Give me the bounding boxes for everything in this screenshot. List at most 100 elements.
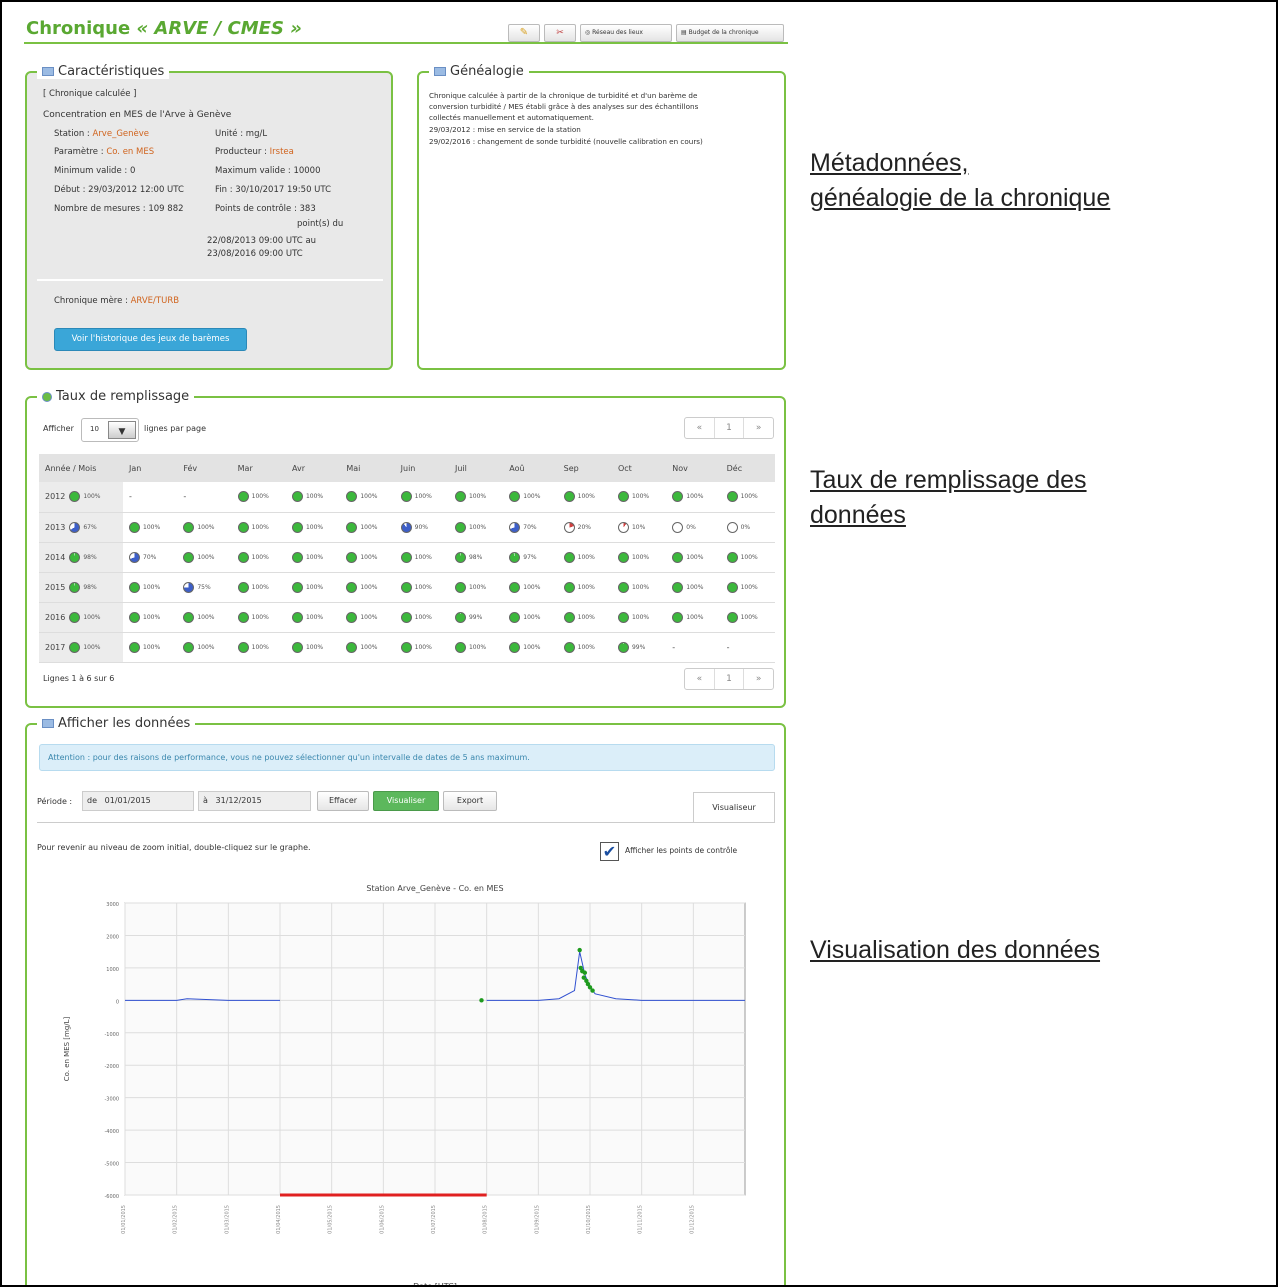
column-header-month[interactable]: Mai — [340, 454, 395, 482]
fill-percent: 100% — [360, 643, 378, 651]
month-cell: 100% — [611, 602, 667, 633]
column-header-month[interactable]: Oct — [611, 454, 667, 482]
tab-viewer[interactable]: Visualiseur — [693, 792, 775, 822]
control-points-checkbox[interactable]: ✔ — [600, 842, 619, 861]
fill-pie-icon — [454, 491, 466, 503]
fill-pie-icon — [129, 581, 140, 593]
column-header-month[interactable]: Juin — [394, 454, 449, 482]
fill-pie-icon — [454, 581, 466, 593]
fill-percent: 100% — [305, 553, 324, 561]
edit-button[interactable]: ✎ — [508, 24, 540, 42]
month-cell: 100% — [231, 632, 286, 663]
page-1-button[interactable]: 1 — [715, 418, 745, 438]
column-header-month[interactable]: Juil — [448, 454, 504, 482]
fill-pie-icon — [400, 491, 412, 503]
producer-link[interactable]: Irstea — [270, 147, 294, 157]
month-cell: 100% — [503, 602, 558, 633]
column-header-month[interactable]: Déc — [720, 454, 775, 482]
table-footer: Lignes 1 à 6 sur 6 — [43, 674, 115, 683]
month-cell: 100% — [448, 572, 504, 603]
column-header-month[interactable]: Aoû — [503, 454, 558, 482]
fill-rate-legend: Taux de remplissage — [37, 389, 195, 404]
station-link[interactable]: Arve_Genève — [93, 129, 150, 139]
fill-percent: 97% — [523, 553, 537, 561]
month-cell: 100% — [285, 512, 341, 543]
prev-page-button[interactable]: « — [685, 669, 715, 689]
month-cell: 100% — [611, 542, 667, 573]
prev-page-button[interactable]: « — [685, 418, 715, 438]
month-cell: 100% — [448, 512, 504, 543]
performance-alert: Attention : pour des raisons de performa… — [39, 744, 775, 771]
fill-pie-icon — [672, 581, 684, 593]
fill-pie-icon — [291, 521, 303, 533]
fill-percent: 100% — [360, 613, 378, 621]
info-card-icon — [42, 67, 54, 76]
fill-pie-icon — [346, 521, 358, 533]
year-label: 2016 — [45, 612, 66, 622]
month-cell: 100% — [394, 572, 449, 603]
to-label: à — [203, 796, 208, 805]
next-page-button[interactable]: » — [744, 669, 773, 689]
fill-percent: 100% — [577, 643, 595, 651]
clear-button[interactable]: Effacer — [317, 791, 369, 811]
from-date-input[interactable]: de 01/01/2015 — [82, 791, 194, 811]
month-cell: 100% — [123, 632, 178, 663]
month-cell: 100% — [557, 632, 612, 663]
next-page-button[interactable]: » — [744, 418, 773, 438]
month-cell: 99% — [448, 602, 504, 633]
to-date-input[interactable]: à 31/12/2015 — [198, 791, 311, 811]
month-cell: 100% — [720, 572, 775, 603]
fill-percent: 100% — [360, 493, 378, 501]
month-cell: 100% — [285, 602, 341, 633]
page-title: Chronique « ARVE / CMES » — [26, 18, 302, 39]
year-cell: 2016 100% — [39, 602, 123, 633]
fill-pie-icon — [346, 491, 358, 503]
mother-series-link[interactable]: ARVE/TURB — [131, 296, 179, 306]
page-1-button[interactable]: 1 — [715, 669, 745, 689]
fill-pie-icon — [726, 581, 738, 593]
fill-pie-icon — [183, 611, 195, 623]
figure-frame: Chronique « ARVE / CMES » ✎ ✂ ◎ Réseau d… — [0, 0, 1278, 1287]
parameter-link[interactable]: Co. en MES — [106, 147, 154, 157]
time-series-chart[interactable]: 3000 2000 1000 0 -1000 -2000 -3000 -4000 -5000 -6… — [45, 865, 765, 1287]
fill-percent: 100% — [740, 493, 758, 501]
fill-pie-icon — [346, 551, 358, 563]
network-button[interactable]: ◎ Réseau des lieux — [580, 24, 672, 42]
column-header-month[interactable]: Avr — [285, 454, 341, 482]
column-header-month[interactable]: Jan — [123, 454, 178, 482]
budget-button[interactable]: ▤ Budget de la chronique — [676, 24, 784, 42]
fill-pie-icon — [509, 491, 521, 503]
column-header-month[interactable]: Mar — [231, 454, 286, 482]
pencil-icon: ✎ — [519, 27, 529, 38]
y-tick-label: -6000 — [104, 1194, 119, 1200]
fill-percent: 100% — [197, 643, 215, 651]
month-cell: 100% — [177, 632, 232, 663]
table-row: 2014 98% 70% 100% 100% 100% 100% 100% 98% 97% 100%… — [39, 542, 775, 573]
fill-pie-icon — [129, 641, 140, 653]
visualize-button[interactable]: Visualiser — [373, 791, 439, 811]
export-button[interactable]: Export — [443, 791, 497, 811]
pagination-top: «1» — [684, 417, 774, 439]
column-header-month[interactable]: Nov — [666, 454, 721, 482]
tools-button[interactable]: ✂ — [544, 24, 576, 42]
fill-percent: 100% — [83, 613, 101, 621]
column-header-month[interactable]: Fév — [177, 454, 232, 482]
column-header-year[interactable]: Année / Mois — [39, 454, 123, 482]
fill-percent: 100% — [251, 643, 269, 651]
fill-pie-icon — [400, 611, 412, 623]
fill-percent: 100% — [686, 553, 704, 561]
month-cell: 100% — [340, 542, 395, 573]
history-button[interactable]: Voir l'historique des jeux de barèmes — [54, 328, 247, 351]
zoom-hint: Pour revenir au niveau de zoom initial, … — [37, 843, 311, 852]
column-header-month[interactable]: Sep — [557, 454, 612, 482]
fill-pie-icon — [563, 521, 575, 533]
fill-percent: 10% — [631, 523, 646, 531]
from-label: de — [87, 796, 97, 805]
per-page-select[interactable]: 10 ▼ — [81, 418, 139, 442]
year-cell: 2014 98% — [39, 542, 123, 573]
fill-percent: 100% — [631, 553, 650, 561]
fill-percent: 100% — [577, 613, 595, 621]
month-cell: 10% — [611, 512, 667, 543]
table-row: 2015 98% 100% 75% 100% 100% 100% 100% 100% 100% 10… — [39, 572, 775, 603]
fill-percent: 100% — [740, 553, 758, 561]
